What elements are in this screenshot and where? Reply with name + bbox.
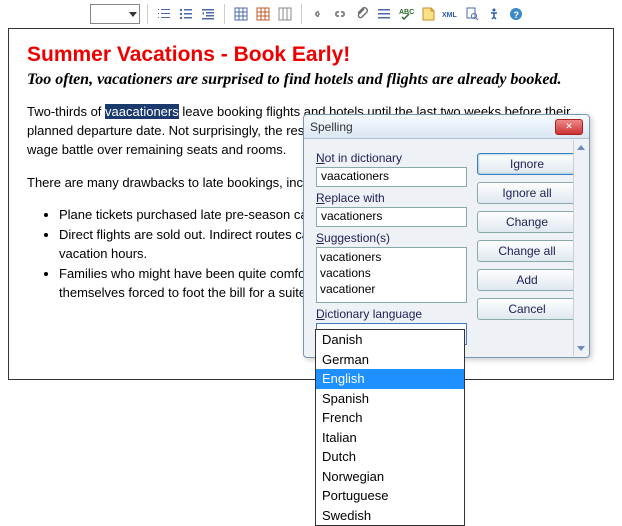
separator [147, 4, 148, 24]
separator [224, 4, 225, 24]
scroll-down-icon[interactable] [574, 341, 588, 356]
table-tools-icon[interactable] [276, 5, 294, 23]
link-icon[interactable] [309, 5, 327, 23]
close-button[interactable]: ✕ [555, 119, 583, 135]
dropdown-item[interactable]: Danish [316, 330, 464, 350]
not-in-dict-field[interactable]: vaacationers [316, 167, 467, 187]
dropdown-item[interactable]: Italian [316, 428, 464, 448]
attachment-icon[interactable] [353, 5, 371, 23]
toggle-icon[interactable] [375, 5, 393, 23]
suggestions-listbox[interactable]: vacationers vacations vacationer [316, 247, 467, 303]
suggestions-label: Suggestion(s) [316, 231, 467, 245]
unordered-list-icon[interactable] [177, 5, 195, 23]
dropdown-item[interactable]: German [316, 350, 464, 370]
dropdown-item[interactable]: Norwegian [316, 467, 464, 487]
outdent-icon[interactable] [199, 5, 217, 23]
dialog-titlebar[interactable]: Spelling ✕ [304, 115, 589, 139]
unlink-icon[interactable] [331, 5, 349, 23]
text: Two-thirds of [27, 104, 105, 119]
help-icon[interactable]: ? [507, 5, 525, 23]
svg-text:ABC: ABC [399, 9, 414, 16]
suggestion-item[interactable]: vacations [320, 265, 463, 281]
dict-lang-label: Dictionary language [316, 307, 467, 321]
svg-text:XML: XML [442, 12, 458, 19]
svg-text:?: ? [514, 10, 520, 20]
add-button[interactable]: Add [477, 269, 577, 291]
dialog-title-text: Spelling [310, 120, 353, 134]
dropdown-item[interactable]: Dutch [316, 447, 464, 467]
ignore-button[interactable]: Ignore [477, 153, 577, 175]
heading: Summer Vacations - Book Early! [27, 43, 595, 67]
dropdown-item[interactable]: Portuguese [316, 486, 464, 506]
xml-icon[interactable]: XML [441, 5, 459, 23]
edit-table-icon[interactable] [254, 5, 272, 23]
not-in-dict-label: Not in dictionary [316, 151, 467, 165]
dropdown-item[interactable]: Swedish [316, 506, 464, 526]
script-icon[interactable] [419, 5, 437, 23]
separator [301, 4, 302, 24]
toolbar: ABC XML ? [0, 0, 622, 28]
dropdown-item-selected[interactable]: English [316, 369, 464, 389]
dropdown-item[interactable]: Spanish [316, 389, 464, 409]
suggestion-item[interactable]: vacationers [320, 249, 463, 265]
ordered-list-icon[interactable] [155, 5, 173, 23]
accessibility-icon[interactable] [485, 5, 503, 23]
insert-table-icon[interactable] [232, 5, 250, 23]
dialog-scrollbar[interactable] [573, 140, 588, 356]
ignore-all-button[interactable]: Ignore all [477, 182, 577, 204]
change-all-button[interactable]: Change all [477, 240, 577, 262]
suggestion-item[interactable]: vacationer [320, 281, 463, 297]
subheading: Too often, vacationers are surprised to … [27, 71, 595, 89]
replace-with-field[interactable]: vacationers [316, 207, 467, 227]
language-dropdown[interactable]: Danish German English Spanish French Ita… [315, 329, 465, 526]
scroll-up-icon[interactable] [574, 140, 588, 155]
format-select[interactable] [90, 4, 140, 24]
spelling-dialog: Spelling ✕ Not in dictionary vaacationer… [303, 114, 590, 358]
misspelled-highlight: vaacationers [105, 104, 179, 119]
replace-with-label: Replace with [316, 191, 467, 205]
dropdown-item[interactable]: French [316, 408, 464, 428]
change-button[interactable]: Change [477, 211, 577, 233]
search-doc-icon[interactable] [463, 5, 481, 23]
cancel-button[interactable]: Cancel [477, 298, 577, 320]
spellcheck-icon[interactable]: ABC [397, 5, 415, 23]
